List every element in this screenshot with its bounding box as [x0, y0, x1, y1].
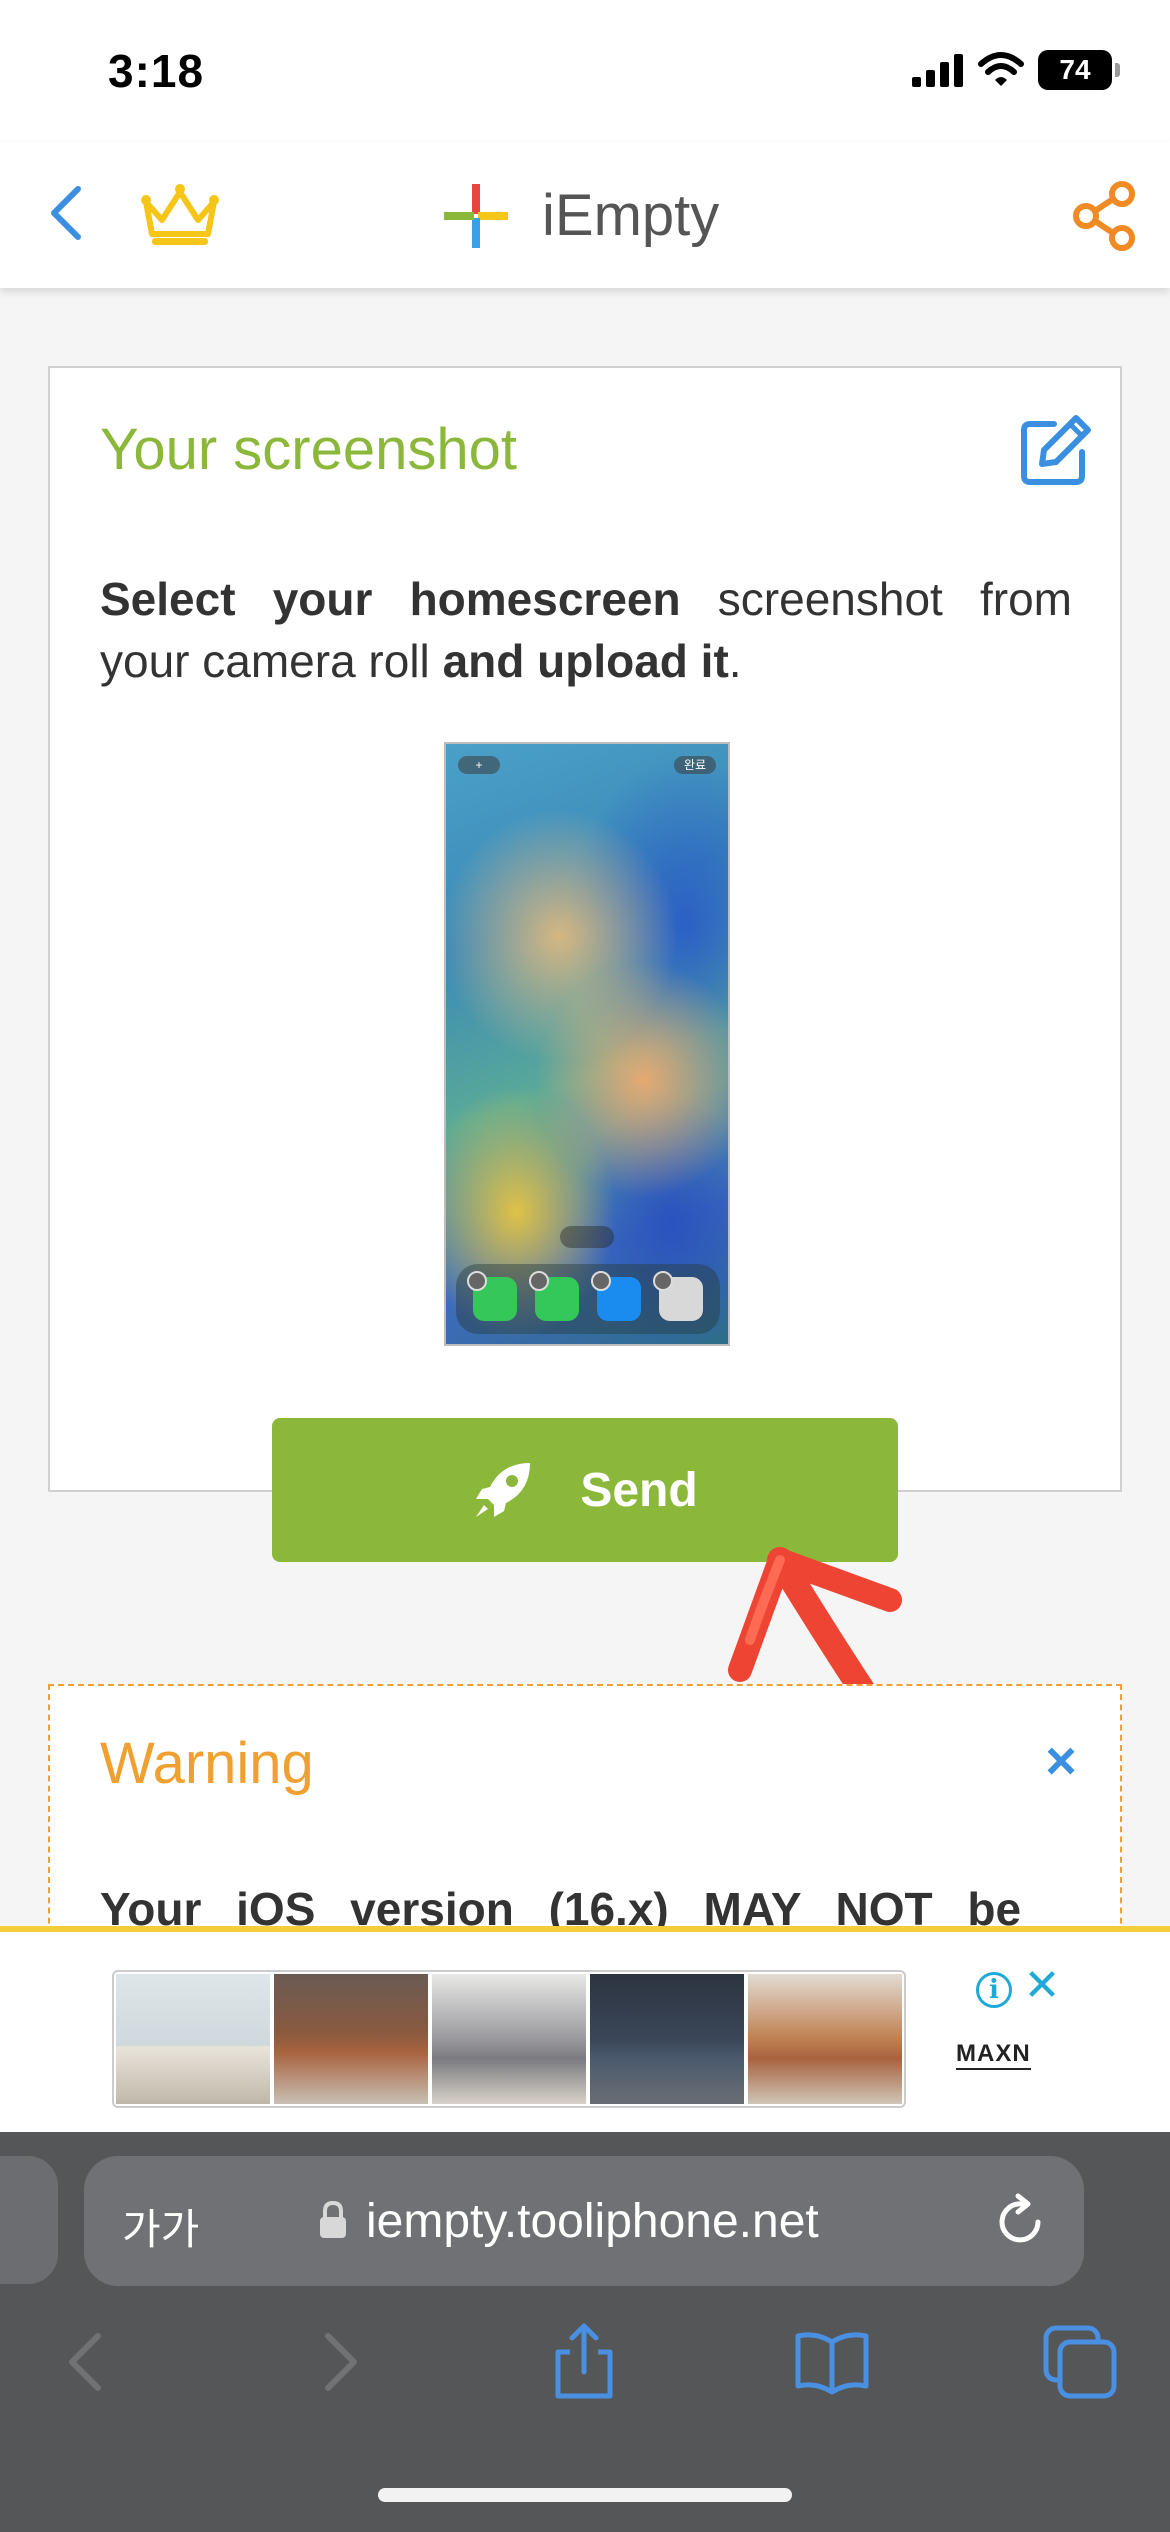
- send-label: Send: [580, 1463, 698, 1517]
- ad-brand-logo: MAXN: [956, 2040, 1031, 2070]
- browser-back-icon[interactable]: [46, 2322, 126, 2402]
- battery-indicator: 74: [1038, 50, 1120, 90]
- phone-app-icon: [467, 1271, 517, 1321]
- share-nodes-icon: [1073, 181, 1135, 251]
- crown-icon: [141, 184, 219, 245]
- status-icons: 74: [912, 50, 1120, 90]
- back-button[interactable]: [36, 178, 96, 248]
- app-header: iEmpty: [0, 142, 1170, 288]
- lock-icon: [320, 2200, 346, 2238]
- ad-sofa-image: [432, 1974, 586, 2104]
- ad-sofa-image: [116, 1974, 270, 2104]
- instruction-bold-2: and upload it: [442, 635, 729, 687]
- cellular-signal-icon: [912, 54, 963, 87]
- browser-forward-icon[interactable]: [300, 2322, 380, 2402]
- preview-dock: [456, 1264, 720, 1334]
- reload-icon[interactable]: [992, 2192, 1050, 2250]
- preview-done-pill: 완료: [674, 756, 716, 774]
- screenshot-preview[interactable]: + 완료: [444, 742, 730, 1346]
- ad-sofa-image: [590, 1974, 744, 2104]
- edit-button[interactable]: [1020, 412, 1094, 486]
- ad-image-strip[interactable]: [112, 1970, 906, 2108]
- app-title: iEmpty: [542, 183, 720, 248]
- chevron-left-icon: [51, 186, 81, 240]
- url-text: iempty.tooliphone.net: [366, 2195, 819, 2248]
- rocket-icon: [476, 1463, 531, 1517]
- app-store-icon: [591, 1271, 641, 1321]
- edit-pencil-icon: [1021, 415, 1091, 485]
- ad-sofa-image: [748, 1974, 902, 2104]
- app-logo: iEmpty: [444, 182, 719, 249]
- warning-box: Warning × Your iOS version (16.x) MAY NO…: [48, 1684, 1122, 1944]
- instruction-text-2: .: [728, 635, 742, 687]
- wifi-icon: [978, 52, 1024, 86]
- previous-tab-peek[interactable]: [0, 2156, 58, 2284]
- premium-button[interactable]: [138, 180, 222, 250]
- ad-banner[interactable]: i ✕ MAXN: [0, 1926, 1170, 2132]
- address-bar[interactable]: 가가 iempty.tooliphone.net: [84, 2156, 1084, 2286]
- ad-sofa-image: [274, 1974, 428, 2104]
- home-indicator: [378, 2488, 792, 2502]
- warning-title: Warning: [100, 1731, 314, 1796]
- warning-close-button[interactable]: ×: [1036, 1734, 1086, 1788]
- ad-close-icon[interactable]: ✕: [1022, 1964, 1062, 2008]
- card-title: Your screenshot: [100, 417, 518, 482]
- ad-info-icon[interactable]: i: [976, 1972, 1012, 2008]
- share-button[interactable]: [1070, 178, 1140, 254]
- bookmarks-book-icon[interactable]: [792, 2322, 872, 2402]
- camera-app-icon: [653, 1271, 703, 1321]
- messages-app-icon: [529, 1271, 579, 1321]
- status-bar: 3:18 74: [0, 0, 1170, 142]
- preview-plus-pill: +: [458, 756, 500, 774]
- preview-page-dots: [560, 1226, 614, 1248]
- plus-logo-icon: [444, 183, 508, 248]
- instruction-bold-1: Select your homescreen: [100, 573, 681, 625]
- browser-share-icon[interactable]: [544, 2322, 624, 2402]
- screenshot-card: Your screenshot Select your homescreen s…: [48, 366, 1122, 1492]
- card-instructions: Select your homescreen screenshot from y…: [100, 568, 1072, 692]
- tabs-overview-icon[interactable]: [1040, 2322, 1120, 2402]
- page-settings-button[interactable]: 가가: [122, 2196, 199, 2257]
- status-time: 3:18: [108, 45, 205, 97]
